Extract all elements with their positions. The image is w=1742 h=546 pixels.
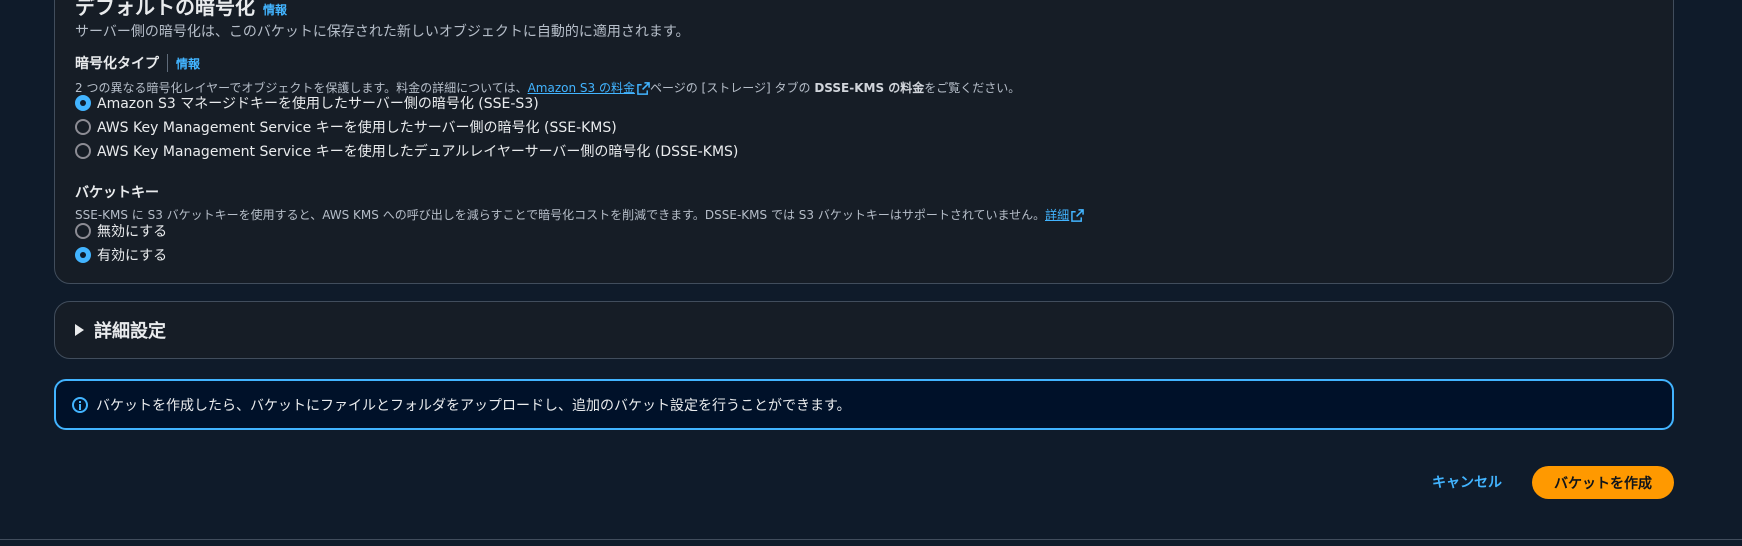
bucket-key-label: バケットキー bbox=[75, 185, 159, 201]
bucket-key-description: SSE-KMS に S3 バケットキーを使用すると、AWS KMS への呼び出し… bbox=[75, 206, 1084, 223]
radio-option-enable[interactable]: 有効にする bbox=[75, 245, 167, 265]
info-icon bbox=[72, 396, 88, 413]
default-encryption-info-link[interactable]: 情報 bbox=[263, 1, 287, 18]
encryption-type-header: 暗号化タイプ 情報 bbox=[75, 53, 200, 73]
radio-button[interactable] bbox=[75, 119, 91, 135]
default-encryption-title: デフォルトの暗号化 bbox=[75, 0, 255, 19]
s3-pricing-link-text[interactable]: Amazon S3 の料金 bbox=[528, 81, 635, 95]
radio-label: Amazon S3 マネージドキーを使用したサーバー側の暗号化 (SSE-S3) bbox=[97, 96, 539, 112]
s3-pricing-link[interactable]: Amazon S3 の料金 bbox=[528, 81, 650, 95]
default-encryption-description: サーバー側の暗号化は、このバケットに保存された新しいオブジェクトに自動的に適用さ… bbox=[75, 24, 690, 40]
learn-more-link[interactable]: 詳細 bbox=[1045, 208, 1084, 222]
radio-option-sse-kms[interactable]: AWS Key Management Service キーを使用したサーバー側の… bbox=[75, 117, 617, 137]
desc-suffix: をご覧ください。 bbox=[924, 81, 1021, 95]
radio-label: AWS Key Management Service キーを使用したデュアルレイ… bbox=[97, 144, 739, 160]
advanced-settings-expander[interactable]: 詳細設定 bbox=[54, 301, 1674, 359]
advanced-settings-label: 詳細設定 bbox=[94, 321, 166, 342]
default-encryption-header: デフォルトの暗号化 情報 bbox=[75, 0, 287, 20]
radio-button-selected[interactable] bbox=[75, 247, 91, 263]
radio-option-sse-s3[interactable]: Amazon S3 マネージドキーを使用したサーバー側の暗号化 (SSE-S3) bbox=[75, 93, 539, 113]
radio-button-selected[interactable] bbox=[75, 95, 91, 111]
encryption-type-label: 暗号化タイプ bbox=[75, 56, 159, 72]
external-link-icon bbox=[637, 82, 650, 95]
create-bucket-button[interactable]: バケットを作成 bbox=[1532, 466, 1674, 499]
page-divider bbox=[0, 539, 1742, 540]
encryption-type-info-link[interactable]: 情報 bbox=[176, 55, 200, 72]
radio-button[interactable] bbox=[75, 143, 91, 159]
radio-label: 無効にする bbox=[97, 224, 168, 240]
encryption-panel: デフォルトの暗号化 情報 サーバー側の暗号化は、このバケットに保存された新しいオ… bbox=[54, 0, 1674, 284]
radio-label: 有効にする bbox=[97, 248, 168, 264]
bucket-key-desc-text: SSE-KMS に S3 バケットキーを使用すると、AWS KMS への呼び出し… bbox=[75, 208, 1046, 222]
radio-option-dsse-kms[interactable]: AWS Key Management Service キーを使用したデュアルレイ… bbox=[75, 141, 738, 161]
radio-button[interactable] bbox=[75, 223, 91, 239]
radio-label: AWS Key Management Service キーを使用したサーバー側の… bbox=[97, 120, 617, 136]
info-alert-text: バケットを作成したら、バケットにファイルとフォルダをアップロードし、追加のバケッ… bbox=[96, 397, 851, 414]
desc-middle: ページの [ストレージ] タブの bbox=[649, 81, 811, 95]
external-link-icon bbox=[1071, 209, 1084, 222]
learn-more-link-text[interactable]: 詳細 bbox=[1045, 208, 1069, 222]
caret-right-icon bbox=[75, 324, 84, 336]
label-divider bbox=[167, 54, 168, 72]
info-alert: バケットを作成したら、バケットにファイルとフォルダをアップロードし、追加のバケッ… bbox=[54, 379, 1674, 430]
desc-bold: DSSE-KMS の料金 bbox=[814, 81, 925, 95]
radio-option-disable[interactable]: 無効にする bbox=[75, 221, 167, 241]
cancel-button[interactable]: キャンセル bbox=[1420, 466, 1514, 498]
